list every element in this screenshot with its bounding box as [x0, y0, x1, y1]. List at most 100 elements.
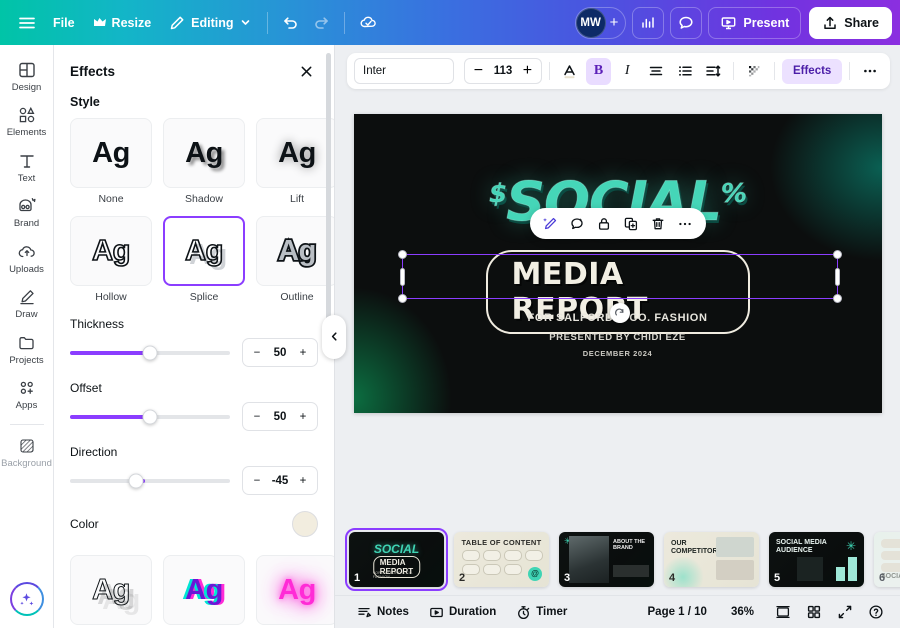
comments-button[interactable] — [670, 6, 703, 39]
style-option-echo[interactable]: Ag Echo — [70, 555, 152, 628]
sidebar-item-apps[interactable]: Apps — [2, 371, 52, 416]
resize-handle-bottom-right[interactable] — [832, 294, 842, 303]
share-button[interactable]: Share — [809, 6, 892, 39]
sidebar-item-design[interactable]: Design — [2, 53, 52, 98]
resize-button[interactable]: Resize — [84, 8, 161, 38]
collaborators-button[interactable]: MW + — [574, 6, 627, 39]
style-option-lift[interactable]: Ag Lift — [256, 118, 334, 205]
page-thumbnail-strip[interactable]: SOCIAL MEDIA REPORT FOR SALFORD & CO. FA… — [335, 523, 900, 595]
line-spacing-button[interactable] — [701, 58, 727, 85]
fullscreen-button[interactable] — [832, 600, 857, 625]
italic-button[interactable]: I — [614, 58, 640, 85]
more-options-button[interactable] — [673, 211, 698, 236]
canvas-area[interactable]: $SOCIAL% MEDIA REPORT FOR SALFORD & CO. … — [335, 89, 900, 523]
transparency-button[interactable] — [741, 58, 767, 85]
trash-icon — [650, 216, 666, 232]
font-size-stepper[interactable]: − 113 + — [463, 58, 542, 84]
bullet-list-button[interactable] — [672, 58, 698, 85]
help-button[interactable] — [863, 600, 888, 625]
canvas-line-3[interactable]: DECEMBER 2024 — [354, 349, 882, 358]
animate-button[interactable] — [565, 211, 590, 236]
thumbnail-page-3[interactable]: ✳ ABOUT THE BRAND 3 — [559, 531, 654, 587]
editing-label: Editing — [191, 15, 234, 30]
thumbnail-photo — [569, 535, 609, 583]
undo-button[interactable] — [275, 8, 306, 38]
style-option-shadow[interactable]: Ag Shadow — [163, 118, 245, 205]
delete-button[interactable] — [646, 211, 671, 236]
thickness-slider[interactable] — [70, 345, 230, 360]
style-option-glitch[interactable]: Ag Glitch — [163, 555, 245, 628]
effects-button[interactable]: Effects — [781, 58, 843, 84]
cloud-saved-button[interactable] — [352, 8, 385, 38]
sidebar-item-brand[interactable]: Brand — [2, 189, 52, 234]
selection-frame[interactable] — [397, 250, 842, 323]
collapse-panel-button[interactable] — [322, 314, 346, 359]
magic-studio-button[interactable] — [9, 582, 44, 616]
direction-decrement[interactable]: − — [250, 474, 264, 488]
redo-button[interactable] — [306, 8, 337, 38]
direction-slider[interactable] — [70, 473, 230, 488]
text-color-button[interactable] — [557, 58, 583, 85]
style-option-hollow[interactable]: Ag Hollow — [70, 216, 152, 303]
lock-button[interactable] — [592, 211, 617, 236]
canvas-line-2[interactable]: PRESENTED BY CHIDI EZE — [354, 332, 882, 343]
resize-handle-top-right[interactable] — [832, 250, 842, 259]
style-option-outline[interactable]: Ag Outline — [256, 216, 334, 303]
offset-stepper[interactable]: − 50 + — [242, 402, 318, 431]
sidebar-item-text[interactable]: Text — [2, 144, 52, 189]
more-options-button[interactable] — [857, 58, 883, 85]
thumbnail-page-1[interactable]: SOCIAL MEDIA REPORT FOR SALFORD & CO. FA… — [345, 527, 448, 591]
sidebar-item-projects[interactable]: Projects — [2, 326, 52, 371]
close-panel-button[interactable] — [294, 59, 318, 83]
insights-button[interactable] — [632, 6, 665, 39]
resize-handle-bottom-left[interactable] — [397, 294, 407, 303]
resize-handle-middle-left[interactable] — [399, 267, 405, 286]
thumbnail-page-5[interactable]: SOCIAL MEDIA AUDIENCE ✳ 5 — [769, 531, 864, 587]
zoom-level[interactable]: 36% — [721, 606, 764, 618]
style-option-none[interactable]: Ag None — [70, 118, 152, 205]
thickness-increment[interactable]: + — [296, 346, 310, 360]
magic-edit-button[interactable] — [538, 211, 563, 236]
grid-view-button[interactable] — [801, 600, 826, 625]
file-menu-button[interactable]: File — [44, 8, 84, 38]
offset-value: 50 — [273, 410, 287, 423]
stopwatch-icon — [516, 605, 531, 620]
offset-decrement[interactable]: − — [250, 410, 264, 424]
sidebar-item-label: Draw — [15, 309, 38, 321]
font-size-decrement[interactable]: − — [470, 61, 487, 81]
duplicate-button[interactable] — [619, 211, 644, 236]
slide-canvas[interactable]: $SOCIAL% MEDIA REPORT FOR SALFORD & CO. … — [353, 114, 882, 413]
text-align-button[interactable] — [643, 58, 669, 85]
timer-button[interactable]: Timer — [508, 600, 575, 625]
style-option-neon[interactable]: Ag Neon — [256, 555, 334, 628]
resize-handle-top-left[interactable] — [397, 250, 407, 259]
direction-increment[interactable]: + — [296, 474, 310, 488]
duration-button[interactable]: Duration — [421, 600, 504, 625]
sidebar-item-elements[interactable]: Elements — [2, 98, 52, 143]
present-button[interactable]: Present — [708, 6, 802, 39]
thumbnail-page-2[interactable]: TABLE OF CONTENT @ 2 — [454, 531, 549, 587]
rotate-handle[interactable] — [609, 303, 630, 323]
panel-scrollbar[interactable] — [326, 53, 331, 343]
resize-handle-middle-right[interactable] — [834, 267, 840, 286]
editing-mode-button[interactable]: Editing — [160, 8, 259, 38]
thumbnail-page-6[interactable]: SOCIAL MEDIA GOAL 6 — [874, 531, 900, 587]
page-indicator[interactable]: Page 1 / 10 — [638, 606, 717, 618]
sidebar-item-draw[interactable]: Draw — [2, 280, 52, 325]
sidebar-item-background[interactable]: Background — [1, 429, 52, 474]
direction-stepper[interactable]: − -45 + — [242, 466, 318, 495]
bold-button[interactable]: B — [585, 57, 612, 85]
sidebar-item-uploads[interactable]: Uploads — [2, 235, 52, 280]
color-swatch[interactable] — [292, 511, 318, 537]
fit-page-button[interactable] — [770, 600, 795, 625]
notes-button[interactable]: Notes — [349, 600, 417, 625]
thumbnail-page-4[interactable]: OUR COMPETITOR 4 — [664, 531, 759, 587]
offset-increment[interactable]: + — [296, 410, 310, 424]
font-size-increment[interactable]: + — [519, 61, 536, 81]
hamburger-menu-button[interactable] — [10, 8, 44, 38]
thickness-stepper[interactable]: − 50 + — [242, 338, 318, 367]
style-option-splice[interactable]: Ag Splice — [163, 216, 245, 303]
offset-slider[interactable] — [70, 409, 230, 424]
font-family-select[interactable]: Inter — [354, 58, 454, 84]
thickness-decrement[interactable]: − — [250, 346, 264, 360]
